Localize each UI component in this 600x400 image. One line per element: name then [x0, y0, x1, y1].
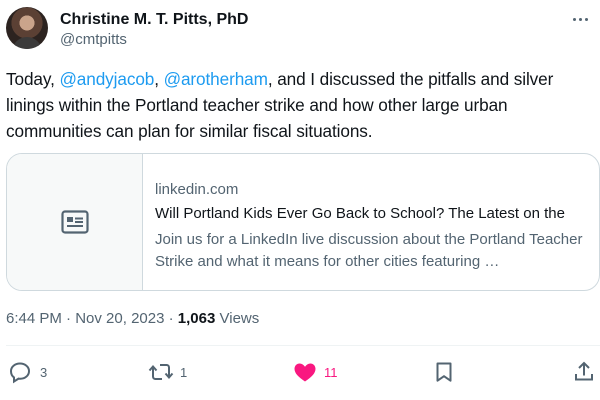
link-card-description: Join us for a LinkedIn live discussion a…: [155, 231, 583, 270]
action-bar: 3 1 11: [0, 358, 600, 386]
author-handle[interactable]: @cmtpitts: [60, 31, 127, 49]
tweet-text-part: ,: [154, 69, 164, 89]
share-icon: [575, 361, 593, 381]
author-avatar[interactable]: [6, 7, 48, 49]
reply-count: 3: [40, 364, 48, 380]
more-options-icon[interactable]: [568, 10, 592, 28]
tweet-text: Today, @andyjacob, @arotherham, and I di…: [6, 66, 596, 144]
link-card[interactable]: linkedin.com Will Portland Kids Ever Go …: [6, 153, 600, 291]
divider: [6, 345, 600, 346]
meta-separator: ·: [61, 310, 76, 327]
link-card-thumbnail: [7, 154, 143, 290]
bookmark-button[interactable]: [432, 358, 456, 386]
tweet-date[interactable]: Nov 20, 2023: [75, 310, 164, 327]
meta-separator: ·: [164, 310, 178, 327]
views-count: 1,063: [177, 310, 216, 327]
share-button[interactable]: [572, 358, 596, 386]
link-card-title: Will Portland Kids Ever Go Back to Schoo…: [155, 205, 565, 222]
heart-icon: [294, 363, 316, 382]
article-icon: [60, 210, 89, 234]
reply-button[interactable]: 3: [8, 358, 47, 386]
mention-link[interactable]: @andyjacob: [59, 69, 154, 89]
reply-icon: [9, 362, 31, 384]
tweet-meta: 6:44 PM · Nov 20, 2023 · 1,063 Views: [6, 309, 259, 329]
views-label: Views: [215, 310, 260, 327]
retweet-button[interactable]: 1: [148, 358, 187, 386]
tweet-time[interactable]: 6:44 PM: [6, 310, 62, 327]
retweet-count: 1: [180, 364, 188, 380]
retweet-icon: [148, 364, 174, 380]
like-button[interactable]: 11: [292, 358, 338, 386]
link-card-domain: linkedin.com: [155, 181, 239, 198]
link-card-body: linkedin.com Will Portland Kids Ever Go …: [143, 154, 599, 290]
avatar-shoulders: [12, 37, 42, 49]
mention-link[interactable]: @arotherham: [164, 69, 268, 89]
author-name[interactable]: Christine M. T. Pitts, PhD: [60, 10, 248, 30]
like-count: 11: [324, 364, 338, 380]
tweet-text-part: Today,: [6, 69, 60, 89]
bookmark-icon: [436, 362, 452, 382]
